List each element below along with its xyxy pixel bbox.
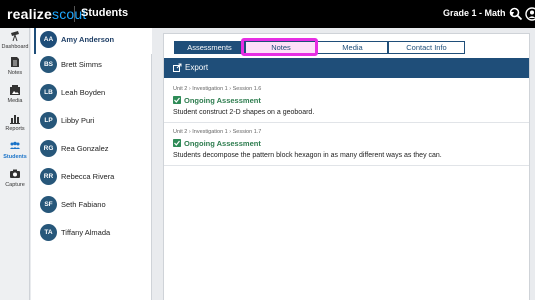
avatar: BS xyxy=(40,56,57,73)
student-name: Leah Boyden xyxy=(61,88,106,97)
export-icon xyxy=(173,63,182,72)
student-name: Brett Simms xyxy=(61,60,102,69)
nav-label: Media xyxy=(7,98,23,104)
avatar: AA xyxy=(40,31,57,48)
nav-notes[interactable]: Notes xyxy=(0,56,30,86)
student-item[interactable]: LP Libby Puri xyxy=(31,109,152,135)
student-item[interactable]: TA Tiffany Almada xyxy=(31,221,152,247)
student-name: Amy Anderson xyxy=(61,35,115,44)
student-item[interactable]: BS Brett Simms xyxy=(31,53,152,79)
title-divider xyxy=(74,6,75,22)
student-list: AA Amy Anderson BS Brett Simms LB Leah B… xyxy=(31,28,152,300)
student-item[interactable]: AA Amy Anderson xyxy=(31,28,152,54)
checkbox-icon xyxy=(173,96,181,104)
breadcrumb: Unit 2 › Investigation 1 › Session 1.6 xyxy=(173,86,262,92)
notes-tab-highlight xyxy=(241,38,318,56)
user-account-icon[interactable] xyxy=(525,7,535,21)
telescope-icon xyxy=(11,31,19,42)
entry-type: Ongoing Assessment xyxy=(184,96,261,105)
nav-media[interactable]: Media xyxy=(0,84,30,114)
student-detail-panel: Assessments Notes Media Contact Info Exp… xyxy=(163,33,530,300)
nav-students[interactable]: Students xyxy=(0,140,30,170)
students-icon xyxy=(10,141,20,149)
nav-capture[interactable]: Capture xyxy=(0,168,30,198)
student-name: Libby Puri xyxy=(61,116,95,125)
avatar: LB xyxy=(40,84,57,101)
export-label: Export xyxy=(185,63,209,72)
top-bar: realizescout Students Grade 1 - Math ▼ xyxy=(0,0,535,28)
camera-icon xyxy=(10,169,20,178)
media-icon xyxy=(10,85,20,95)
page-title: Students xyxy=(81,7,129,19)
tab-assessments[interactable]: Assessments xyxy=(174,41,245,54)
avatar: RG xyxy=(40,140,57,157)
checkbox-icon xyxy=(173,139,181,147)
search-icon[interactable] xyxy=(509,7,523,21)
left-nav: Dashboard Notes Media Reports Students C… xyxy=(0,28,30,300)
list-item[interactable]: Unit 2 › Investigation 1 › Session 1.7 O… xyxy=(164,123,529,166)
grade-selector[interactable]: Grade 1 - Math ▼ xyxy=(443,8,515,18)
nav-label: Students xyxy=(3,154,27,160)
student-name: Rebecca Rivera xyxy=(61,172,115,181)
tab-media[interactable]: Media xyxy=(317,41,388,54)
selected-indicator xyxy=(34,28,36,54)
student-item[interactable]: LB Leah Boyden xyxy=(31,81,152,107)
export-bar[interactable]: Export xyxy=(164,58,529,78)
tab-contact-info[interactable]: Contact Info xyxy=(388,41,465,54)
list-item[interactable]: Unit 2 › Investigation 1 › Session 1.6 O… xyxy=(164,80,529,123)
entry-description: Student construct 2-D shapes on a geoboa… xyxy=(173,109,315,116)
nav-label: Capture xyxy=(5,182,25,188)
nav-label: Notes xyxy=(7,70,23,76)
avatar: LP xyxy=(40,112,57,129)
grade-selector-label: Grade 1 - Math xyxy=(443,8,506,18)
breadcrumb: Unit 2 › Investigation 1 › Session 1.7 xyxy=(173,129,262,135)
reports-icon xyxy=(10,115,20,124)
student-item[interactable]: RR Rebecca Rivera xyxy=(31,165,152,191)
nav-label: Dashboard xyxy=(1,44,29,50)
student-item[interactable]: SF Seth Fabiano xyxy=(31,193,152,219)
student-name: Tiffany Almada xyxy=(61,228,111,237)
avatar: RR xyxy=(40,168,57,185)
entry-type: Ongoing Assessment xyxy=(184,139,261,148)
student-item[interactable]: RG Rea Gonzalez xyxy=(31,137,152,163)
notes-icon xyxy=(11,57,19,67)
nav-reports[interactable]: Reports xyxy=(0,112,30,142)
avatar: SF xyxy=(40,196,57,213)
student-name: Seth Fabiano xyxy=(61,200,106,209)
entry-description: Students decompose the pattern block hex… xyxy=(173,152,442,159)
avatar: TA xyxy=(40,224,57,241)
student-name: Rea Gonzalez xyxy=(61,144,109,153)
nav-label: Reports xyxy=(5,126,25,132)
